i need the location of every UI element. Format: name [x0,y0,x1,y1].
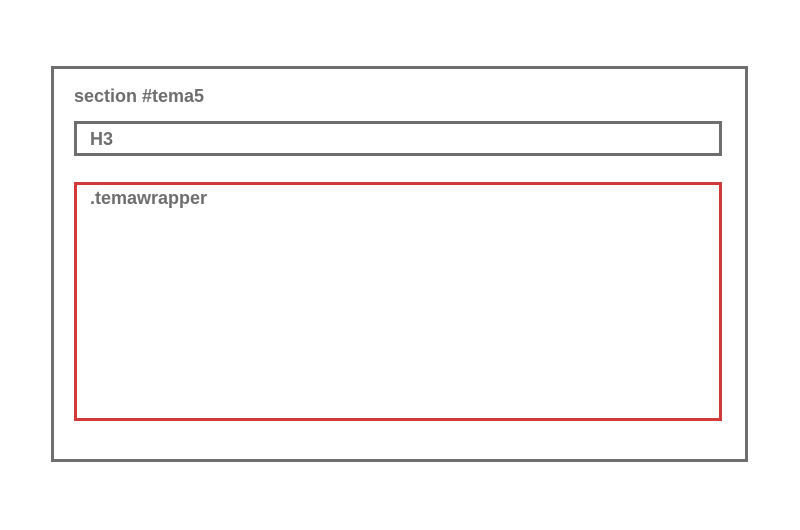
temawrapper-label: .temawrapper [90,188,208,208]
section-label: section #tema5 [74,86,205,106]
temawrapper-box: .temawrapper [74,182,722,421]
h3-label: H3 [90,129,114,149]
h3-box: H3 [74,121,722,156]
